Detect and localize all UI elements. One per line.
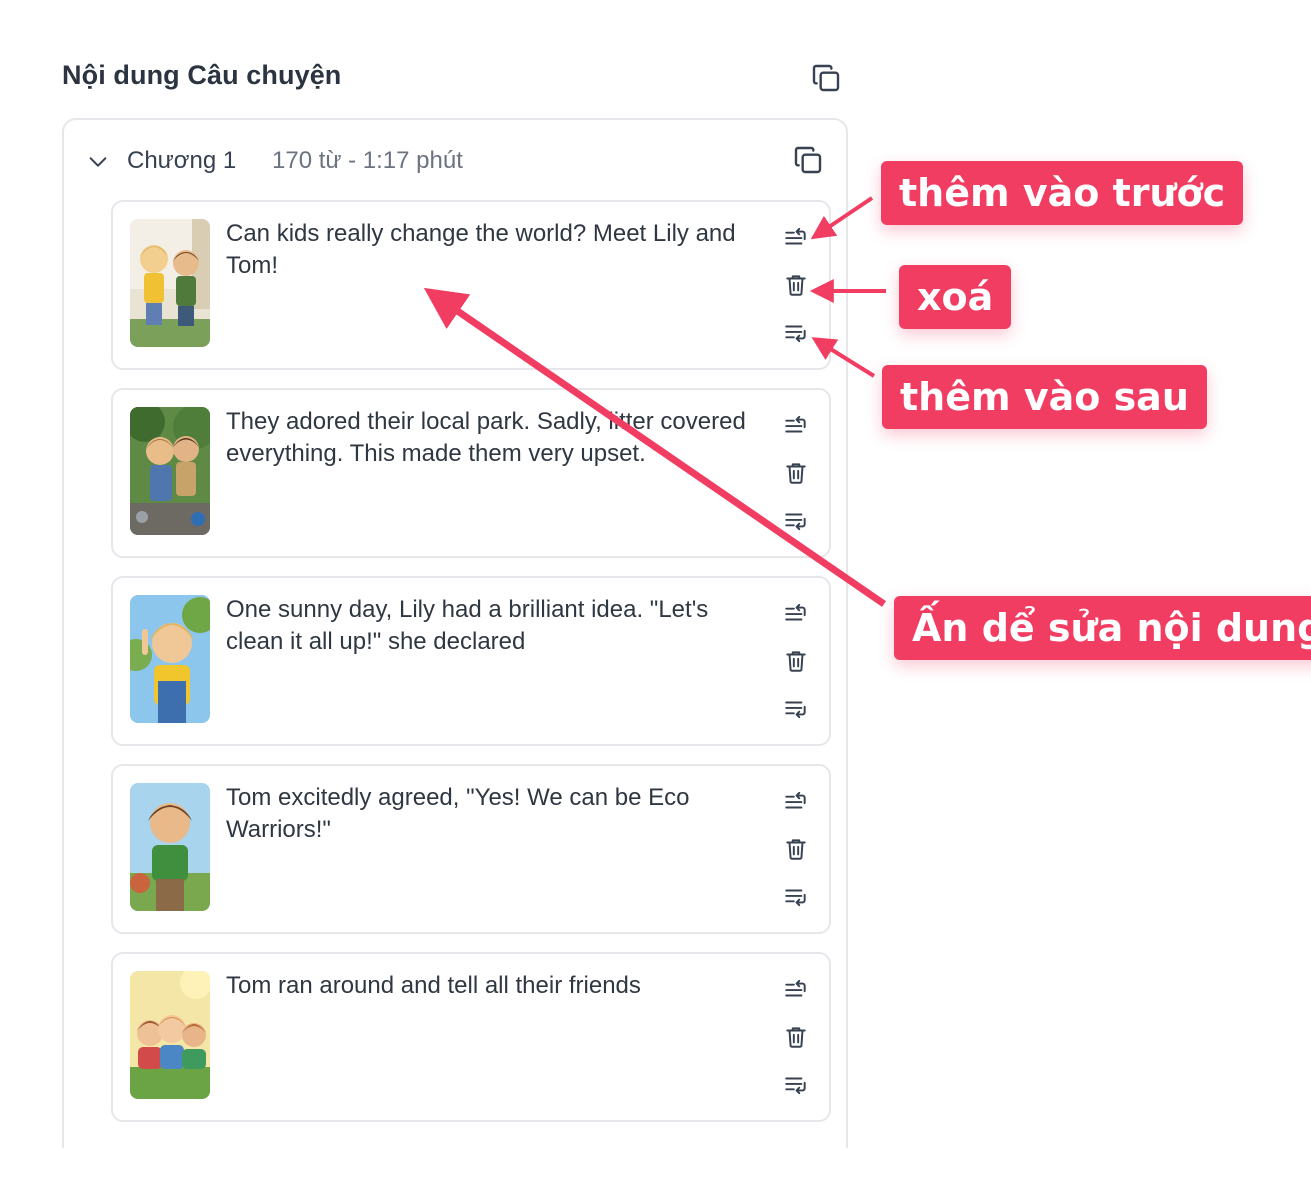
delete-button[interactable] [781,458,811,488]
section-title: Nội dung Câu chuyện [62,60,342,90]
delete-button[interactable] [781,1022,811,1052]
chapter-stats: 170 từ - 1:17 phút [272,147,463,174]
insert-after-icon [783,1072,809,1098]
paragraph-card: Can kids really change the world? Meet L… [111,200,831,370]
trash-icon [783,272,809,298]
chevron-down-icon [89,157,107,167]
callout-insert-before: thêm vào trước [881,161,1244,225]
delete-button[interactable] [781,270,811,300]
insert-after-icon [783,696,809,722]
trash-icon [783,1024,809,1050]
copy-icon [810,62,842,94]
insert-before-icon [783,788,809,814]
insert-before-icon [783,600,809,626]
insert-after-icon [783,320,809,346]
insert-after-button[interactable] [781,318,811,348]
paragraph-illustration[interactable] [130,595,210,723]
insert-after-button[interactable] [781,694,811,724]
trash-icon [783,648,809,674]
callout-edit: Ấn dể sửa nội dung [894,596,1311,660]
callout-insert-after: thêm vào sau [882,365,1207,429]
paragraph-illustration[interactable] [130,219,210,347]
insert-after-icon [783,508,809,534]
paragraph-text[interactable]: Can kids really change the world? Meet L… [226,218,756,282]
insert-before-icon [783,412,809,438]
callout-delete: xoá [899,265,1012,329]
paragraph-card: One sunny day, Lily had a brilliant idea… [111,576,831,746]
insert-after-button[interactable] [781,506,811,536]
insert-before-button[interactable] [781,222,811,252]
trash-icon [783,836,809,862]
insert-before-button[interactable] [781,786,811,816]
insert-before-button[interactable] [781,974,811,1004]
paragraph-text[interactable]: Tom excitedly agreed, "Yes! We can be Ec… [226,782,756,846]
copy-chapter-button[interactable] [790,142,826,178]
copy-icon [792,144,824,176]
insert-after-icon [783,884,809,910]
trash-icon [783,460,809,486]
insert-before-icon [783,224,809,250]
collapse-chapter-button[interactable] [84,148,112,176]
paragraph-card: They adored their local park. Sadly, lit… [111,388,831,558]
insert-before-icon [783,976,809,1002]
delete-button[interactable] [781,834,811,864]
insert-before-button[interactable] [781,598,811,628]
paragraph-card: Tom ran around and tell all their friend… [111,952,831,1122]
paragraph-text[interactable]: Tom ran around and tell all their friend… [226,970,756,1002]
paragraph-illustration[interactable] [130,783,210,911]
insert-after-button[interactable] [781,1070,811,1100]
copy-story-button[interactable] [808,60,844,96]
insert-before-button[interactable] [781,410,811,440]
delete-button[interactable] [781,646,811,676]
chapter-header: Chương 1 170 từ - 1:17 phút [80,140,840,184]
insert-after-button[interactable] [781,882,811,912]
paragraph-text[interactable]: One sunny day, Lily had a brilliant idea… [226,594,756,658]
chapter-name: Chương 1 [127,147,237,174]
paragraph-card: Tom excitedly agreed, "Yes! We can be Ec… [111,764,831,934]
paragraph-illustration[interactable] [130,407,210,535]
paragraph-illustration[interactable] [130,971,210,1099]
paragraph-text[interactable]: They adored their local park. Sadly, lit… [226,406,756,470]
